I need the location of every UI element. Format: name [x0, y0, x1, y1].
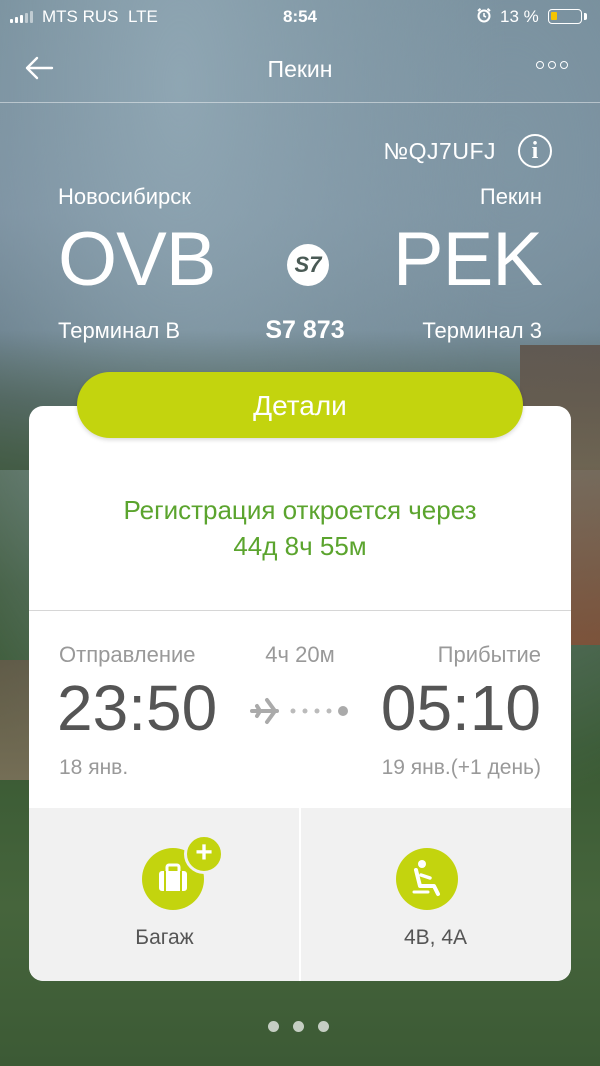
- flight-card: Регистрация откроется через 44д 8ч 55м О…: [29, 406, 571, 981]
- nav-bar: Пекин: [0, 36, 600, 102]
- destination-code: PEK: [392, 217, 543, 302]
- page-title: Пекин: [267, 56, 333, 82]
- destination-city: Пекин: [479, 184, 542, 209]
- info-icon[interactable]: i: [518, 134, 552, 168]
- page-dot[interactable]: [318, 1021, 329, 1032]
- add-baggage-icon[interactable]: +: [184, 834, 224, 874]
- seat-label: 4B, 4A: [403, 926, 468, 949]
- origin-code: OVB: [58, 217, 216, 302]
- page-indicator[interactable]: [268, 1021, 329, 1032]
- battery-icon: [548, 9, 582, 24]
- origin-city: Новосибирск: [58, 184, 191, 209]
- battery-fill: [551, 12, 557, 20]
- battery-percent: 13 %: [500, 7, 539, 26]
- more-dots-icon[interactable]: [536, 61, 568, 69]
- page-dot[interactable]: [268, 1021, 279, 1032]
- registration-countdown: Регистрация откроется через 44д 8ч 55м: [29, 492, 571, 564]
- page-dot[interactable]: [293, 1021, 304, 1032]
- tile-divider: [299, 808, 301, 981]
- arrival-date: 19 янв.(+1 день): [381, 756, 541, 779]
- arrival-label: Прибытие: [437, 642, 541, 667]
- registration-time-left: 44д 8ч 55м: [233, 531, 367, 561]
- seat-icon: [396, 848, 458, 910]
- battery-tip: [584, 13, 587, 20]
- arrival-time: 05:10: [380, 672, 541, 744]
- details-button[interactable]: Детали: [77, 372, 523, 438]
- registration-text: Регистрация откроется через: [123, 495, 477, 525]
- departure-time: 23:50: [57, 672, 218, 744]
- card-divider: [29, 610, 571, 611]
- airline-logo: S7: [287, 244, 329, 286]
- booking-number: №QJ7UFJ: [383, 138, 496, 164]
- destination-terminal: Терминал 3: [422, 318, 542, 343]
- alarm-icon: [477, 8, 491, 23]
- plane-path-icon: [250, 698, 348, 724]
- status-bar: MTS RUS LTE 8:54 13 %: [0, 0, 600, 34]
- nav-divider: [0, 102, 600, 103]
- baggage-label: Багаж: [135, 926, 194, 949]
- departure-date: 18 янв.: [59, 756, 129, 779]
